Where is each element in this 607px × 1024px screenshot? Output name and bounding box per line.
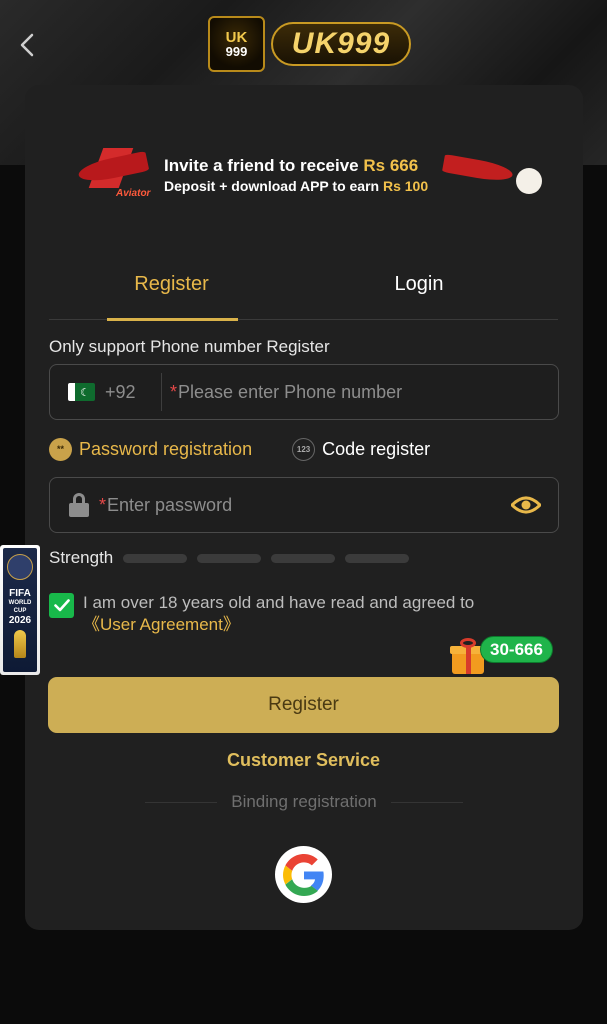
agreement: I am over 18 years old and have read and… — [49, 592, 549, 636]
strength-bar — [345, 553, 410, 563]
google-signin-button[interactable] — [275, 846, 332, 903]
user-agreement-link[interactable]: 《User Agreement》 — [83, 614, 474, 636]
phone-label: Only support Phone number Register — [49, 337, 330, 356]
banner-line1: Invite a friend to receive Rs 666 — [164, 156, 438, 176]
tab-register[interactable]: Register — [49, 265, 294, 321]
plane-right-illustration — [438, 140, 558, 210]
binding-label: Binding registration — [231, 792, 377, 811]
banner-text: Invite a friend to receive Rs 666 Deposi… — [158, 156, 438, 194]
divider-line — [145, 801, 218, 803]
checkmark-icon — [53, 599, 70, 612]
password-mode-icon: ** — [49, 437, 72, 461]
logo-badge: UK 999 — [208, 16, 265, 72]
strength-bar — [197, 553, 262, 563]
binding-registration-divider: Binding registration — [145, 792, 463, 812]
side-ad-year: 2026 — [8, 615, 32, 626]
banner-line2-text: Deposit + download APP to earn — [164, 178, 383, 194]
agreement-statement: I am over 18 years old and have read and… — [83, 593, 475, 612]
banner-line2-amount: Rs 100 — [382, 178, 429, 194]
password-field[interactable]: * — [49, 477, 559, 533]
field-divider — [161, 373, 162, 411]
phone-required-mark: * — [170, 381, 178, 402]
tab-login[interactable]: Login — [294, 265, 544, 320]
logo-badge-bottom: 999 — [225, 44, 248, 59]
phone-field[interactable]: ☾ +92 * — [49, 364, 559, 420]
side-ad-subtitle: WORLD CUP — [8, 600, 32, 614]
lock-icon — [69, 493, 89, 517]
google-icon — [282, 853, 324, 896]
password-mode-label: Password registration — [79, 438, 253, 459]
pakistan-flag-icon: ☾ — [68, 383, 95, 401]
phone-input[interactable] — [178, 381, 558, 403]
banner-line1-amount: Rs 666 — [363, 156, 419, 175]
strength-bar — [271, 553, 336, 563]
password-registration-option[interactable]: ** Password registration — [49, 437, 253, 461]
country-code[interactable]: +92 — [105, 382, 151, 403]
trophy-icon — [14, 630, 26, 658]
plane-left-illustration: Aviator — [58, 140, 158, 210]
plane-tag: Aviator — [116, 188, 151, 199]
banner-line1-text: Invite a friend to receive — [164, 156, 364, 175]
register-button[interactable]: Register — [48, 677, 559, 733]
code-register-option[interactable]: 123 Code register — [292, 437, 431, 461]
brand-logo: UK 999 UK999 — [208, 16, 413, 72]
agreement-text: I am over 18 years old and have read and… — [83, 592, 474, 636]
back-button[interactable] — [14, 30, 40, 60]
code-mode-label: Code register — [322, 438, 431, 459]
logo-badge-top: UK — [225, 29, 248, 46]
side-ad-inner: FIFA WORLD CUP 2026 — [3, 548, 37, 672]
agreement-checkbox[interactable] — [49, 593, 74, 618]
password-strength: Strength — [49, 548, 410, 568]
auth-tabs: Register Login — [49, 265, 558, 321]
side-ad-logo — [7, 554, 33, 580]
eye-icon[interactable] — [511, 490, 541, 520]
registration-mode-selector: ** Password registration 123 Code regist… — [49, 434, 559, 464]
divider-line — [390, 801, 463, 803]
strength-label: Strength — [49, 548, 114, 567]
customer-service-link[interactable]: Customer Service — [0, 750, 607, 771]
promo-banner[interactable]: Aviator Invite a friend to receive Rs 66… — [58, 140, 558, 210]
side-ad-title: FIFA — [9, 588, 31, 599]
logo-wordmark: UK999 — [271, 22, 411, 66]
strength-bar — [123, 553, 188, 563]
password-required-mark: * — [99, 494, 107, 515]
promo-badge[interactable]: 30-666 — [480, 636, 553, 663]
code-mode-icon: 123 — [292, 437, 316, 461]
banner-line2: Deposit + download APP to earn Rs 100 — [164, 178, 438, 194]
chevron-left-icon — [20, 33, 34, 57]
side-ad[interactable]: FIFA WORLD CUP 2026 — [0, 545, 40, 675]
password-input[interactable] — [107, 494, 511, 516]
